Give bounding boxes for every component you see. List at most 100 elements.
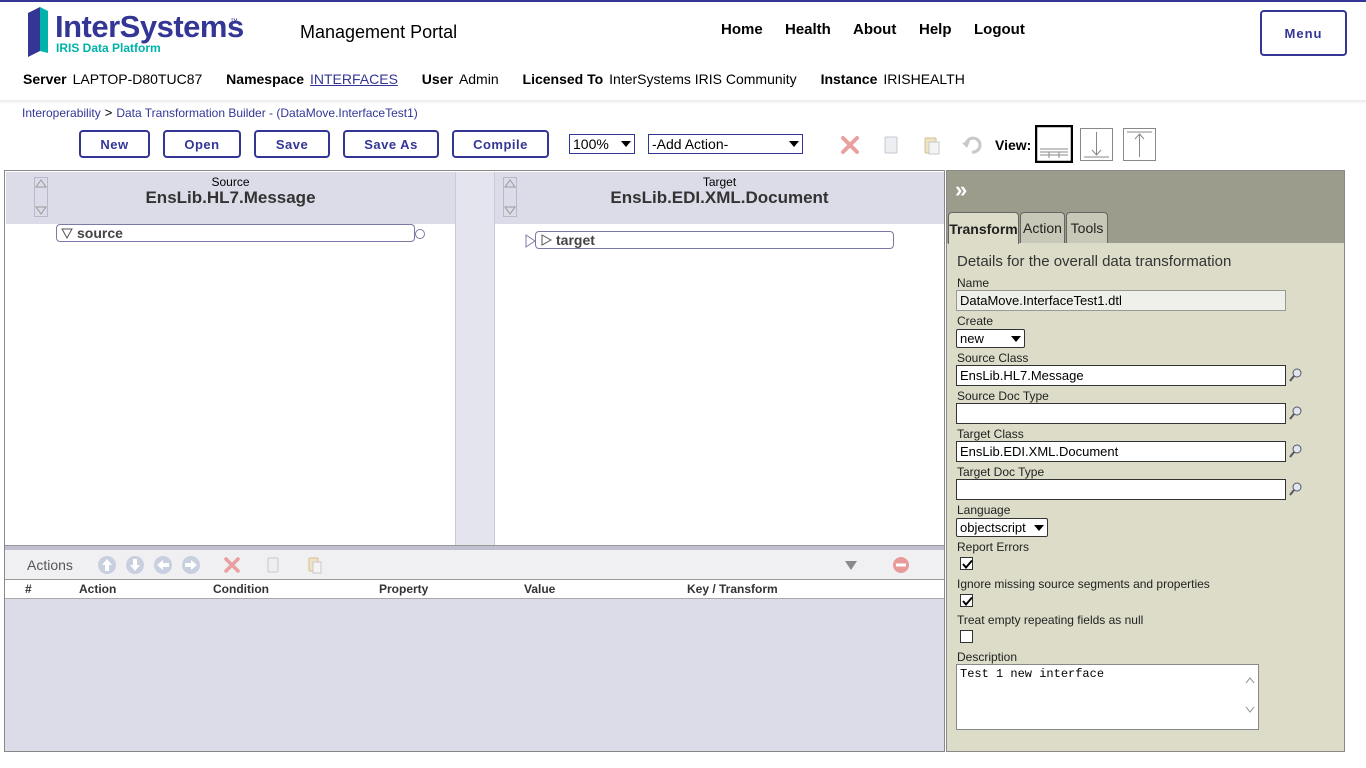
move-up-icon[interactable] (97, 555, 117, 575)
details-panel: » Transform Action Tools Details for the… (946, 170, 1345, 752)
tab-tools[interactable]: Tools (1066, 212, 1108, 243)
actions-grid-body[interactable] (5, 599, 944, 751)
tab-action[interactable]: Action (1020, 212, 1065, 243)
delete-icon[interactable] (838, 133, 862, 157)
expanded-triangle-icon (61, 228, 73, 239)
target-caption: Target (702, 175, 737, 189)
chevron-down-icon (621, 141, 631, 147)
nav-about[interactable]: About (853, 21, 896, 38)
report-errors-checkbox[interactable] (960, 557, 973, 570)
collapse-panel-icon[interactable]: » (955, 177, 967, 203)
search-icon[interactable] (1288, 405, 1304, 421)
tab-transform[interactable]: Transform (948, 212, 1019, 244)
chevron-down-icon (1011, 335, 1021, 342)
source-doc-type-field[interactable] (956, 403, 1286, 424)
save-as-button[interactable]: Save As (343, 130, 439, 158)
copy-icon[interactable] (879, 133, 903, 157)
language-value: objectscript (960, 520, 1026, 535)
nav-health[interactable]: Health (785, 21, 831, 38)
source-node-label: source (77, 225, 123, 241)
delete-action-icon[interactable] (222, 555, 242, 575)
language-label: Language (957, 503, 1011, 517)
actions-grid-header: # Action Condition Property Value Key / … (5, 580, 944, 599)
add-action-value: -Add Action- (652, 136, 729, 152)
open-button[interactable]: Open (163, 130, 241, 158)
outdent-icon[interactable] (153, 555, 173, 575)
description-label: Description (957, 650, 1018, 664)
server-value: LAPTOP-D80TUC87 (72, 71, 203, 87)
view-label: View: (995, 137, 1032, 153)
paste-action-icon[interactable] (305, 555, 325, 575)
source-doc-type-label: Source Doc Type (957, 389, 1049, 403)
col-condition[interactable]: Condition (213, 582, 269, 596)
collapsed-triangle-icon (541, 234, 552, 246)
breadcrumb-dtl-builder[interactable]: Data Transformation Builder (116, 106, 265, 120)
collapse-all-icon[interactable] (841, 555, 861, 575)
target-node-label: target (556, 232, 595, 248)
indent-icon[interactable] (181, 555, 201, 575)
language-select[interactable]: objectscript (956, 518, 1048, 537)
treat-empty-label: Treat empty repeating fields as null (957, 613, 1144, 627)
create-select[interactable]: new (956, 329, 1025, 348)
target-node[interactable]: target (535, 231, 894, 249)
search-icon[interactable] (1288, 481, 1304, 497)
col-property[interactable]: Property (379, 582, 428, 596)
nav-home[interactable]: Home (721, 21, 763, 38)
treat-empty-checkbox[interactable] (960, 630, 973, 643)
new-button[interactable]: New (79, 130, 150, 158)
source-node[interactable]: source (56, 224, 415, 242)
zoom-value: 100% (573, 136, 609, 152)
logo-name: InterSystems (55, 9, 244, 44)
view-split-icon[interactable] (1035, 125, 1073, 163)
view-top-icon[interactable] (1123, 128, 1156, 161)
source-class-field[interactable]: EnsLib.HL7.Message (956, 365, 1286, 386)
info-bar: Server LAPTOP-D80TUC87 Namespace INTERFACE… (23, 71, 985, 87)
breadcrumb-separator: > (104, 105, 113, 120)
compile-button[interactable]: Compile (452, 130, 549, 158)
intersystems-logo[interactable]: InterSystems ™ IRIS Data Platform (28, 7, 258, 59)
namespace-link[interactable]: INTERFACES (310, 71, 398, 87)
col-key-transform[interactable]: Key / Transform (687, 582, 778, 596)
nav-logout[interactable]: Logout (974, 21, 1025, 38)
target-header: Target EnsLib.EDI.XML.Document (495, 172, 944, 224)
target-class-field[interactable]: EnsLib.EDI.XML.Document (956, 441, 1286, 462)
move-down-icon[interactable] (125, 555, 145, 575)
description-text: Test 1 new interface (960, 667, 1105, 681)
name-label: Name (957, 276, 990, 290)
menu-button[interactable]: Menu (1260, 10, 1347, 56)
actions-label: Actions (27, 557, 73, 573)
save-button[interactable]: Save (254, 130, 330, 158)
user-value: Admin (458, 71, 499, 87)
create-value: new (960, 331, 984, 346)
target-doc-type-field[interactable] (956, 479, 1286, 500)
breadcrumb-current: - (DataMove.InterfaceTest1) (265, 106, 418, 120)
logo-mark-icon (28, 7, 48, 57)
breadcrumb-interoperability[interactable]: Interoperability (22, 106, 101, 120)
search-icon[interactable] (1288, 367, 1304, 383)
ignore-missing-checkbox[interactable] (960, 594, 973, 607)
actions-toolbar: Actions (5, 550, 944, 580)
add-action-select[interactable]: -Add Action- (648, 134, 803, 154)
header-shadow (0, 100, 1366, 104)
source-caption: Source (211, 175, 250, 189)
name-field[interactable]: DataMove.InterfaceTest1.dtl (956, 290, 1286, 311)
logo-trademark: ™ (230, 17, 238, 26)
report-errors-label: Report Errors (957, 540, 1030, 554)
col-action[interactable]: Action (79, 582, 116, 596)
search-icon[interactable] (1288, 443, 1304, 459)
copy-action-icon[interactable] (263, 555, 283, 575)
view-bottom-icon[interactable] (1080, 128, 1113, 161)
zoom-select[interactable]: 100% (569, 134, 635, 154)
paste-icon[interactable] (920, 133, 944, 157)
remove-all-icon[interactable] (891, 555, 911, 575)
source-connector-icon[interactable] (414, 228, 426, 240)
nav-help[interactable]: Help (919, 21, 952, 38)
description-textarea[interactable]: Test 1 new interface (956, 664, 1259, 730)
checkmark-icon (962, 596, 973, 607)
col-value[interactable]: Value (524, 582, 555, 596)
undo-icon[interactable] (960, 133, 984, 157)
textarea-scroll-icon[interactable] (1244, 675, 1256, 715)
col-number[interactable]: # (25, 582, 32, 596)
instance-label: Instance (820, 71, 878, 87)
source-class-label: Source Class (957, 351, 1029, 365)
